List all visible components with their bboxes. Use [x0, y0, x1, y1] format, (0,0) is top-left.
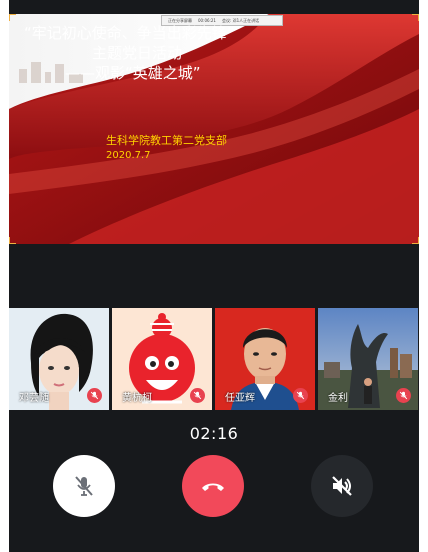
participant-tile[interactable]: 邓芸随	[9, 308, 109, 410]
participant-name: 邓芸随	[19, 393, 49, 404]
slide-background	[9, 14, 419, 244]
slide-title-line2: 主题党日活动	[92, 44, 183, 62]
participant-tile[interactable]: 金利	[318, 308, 418, 410]
participant-tile[interactable]: 黄杭柯	[112, 308, 212, 410]
mic-muted-icon	[293, 388, 308, 403]
mic-muted-icon	[87, 388, 102, 403]
share-frame-corner	[9, 237, 16, 244]
hang-up-button[interactable]	[182, 455, 244, 517]
participant-name: 任亚辉	[225, 393, 255, 404]
participant-name: 黄杭柯	[122, 393, 152, 404]
participant-strip: 邓芸随 黄杭柯 任亚辉 金利	[9, 308, 419, 410]
share-frame-corner	[9, 14, 16, 21]
slide-organization: 生科学院教工第二党支部	[106, 134, 227, 147]
call-screen: 正在分享屏幕 00:06:21 会议: 邓1人正在讲话 “牢记初心使命、争当出彩先锋…	[9, 0, 419, 552]
mic-muted-icon	[396, 388, 411, 403]
slide-title-line3: ——观影“英雄之城”	[65, 64, 201, 82]
mute-mic-button[interactable]	[53, 455, 115, 517]
share-frame-corner	[412, 237, 419, 244]
participant-name: 金利	[328, 393, 348, 404]
shared-screen[interactable]: 正在分享屏幕 00:06:21 会议: 邓1人正在讲话 “牢记初心使命、争当出彩先锋…	[9, 14, 419, 244]
slide-date: 2020.7.7	[106, 150, 151, 161]
phone-hangup-icon	[202, 483, 224, 491]
share-frame-corner	[412, 14, 419, 21]
speaker-muted-icon	[332, 476, 352, 496]
speaker-toggle-button[interactable]	[311, 455, 373, 517]
slide-title-line1: “牢记初心使命、争当出彩先锋”	[24, 24, 235, 42]
mic-muted-icon	[75, 476, 93, 496]
mic-muted-icon	[190, 388, 205, 403]
participant-tile[interactable]: 任亚辉	[215, 308, 315, 410]
call-duration: 02:16	[189, 424, 239, 443]
